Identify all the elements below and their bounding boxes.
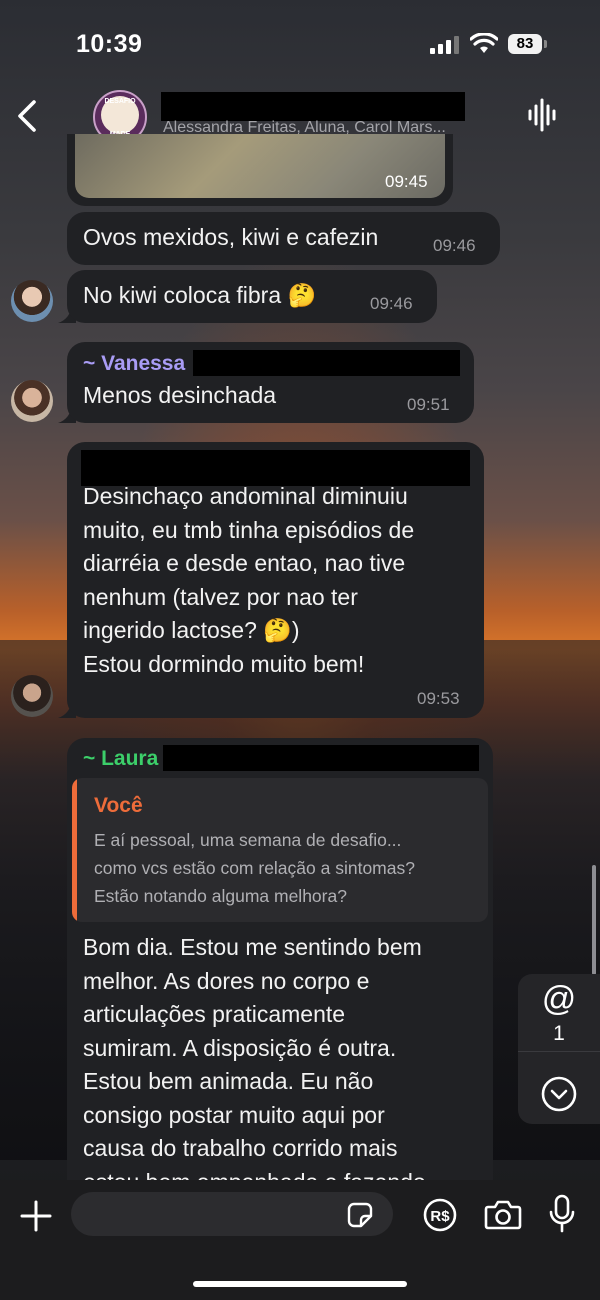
message-time: 09:46 [370,294,413,313]
message-text: No kiwi coloca fibra 🤔 [83,282,317,308]
quote-text: E aí pessoal, uma semana de desafio... c… [94,826,415,910]
sender-name[interactable]: ~ Vanessa [83,352,185,376]
message-line: Desinchaço andominal diminuiu [83,483,408,509]
wifi-icon [470,33,498,53]
svg-text:R$: R$ [430,1208,450,1225]
image-message[interactable]: 09:45 [67,134,453,206]
message-bubble[interactable]: Desinchaço andominal diminuiu muito, eu … [67,442,484,718]
message-line: sumiram. A disposição é outra. [83,1034,397,1061]
quote-line: E aí pessoal, uma semana de desafio... [94,830,402,850]
quoted-message[interactable]: Você E aí pessoal, uma semana de desafio… [72,778,488,922]
message-time: 09:51 [407,395,450,414]
message-text: Ovos mexidos, kiwi e cafezin [83,224,379,250]
clock: 10:39 [76,30,143,58]
home-indicator[interactable] [193,1281,407,1287]
message-time: 09:46 [433,236,476,255]
battery-cap [544,40,547,48]
status-bar: 10:39 83 [0,0,600,88]
quote-line: Estão notando alguma melhora? [94,886,347,906]
microphone-icon[interactable] [548,1194,576,1234]
message-line: articulações praticamente [83,1001,346,1027]
quote-author: Você [94,794,143,817]
camera-icon[interactable] [484,1198,522,1230]
message-line: melhor. As dores no corpo e [83,967,370,994]
mentions-panel: @ 1 [518,974,600,1124]
plus-icon[interactable] [20,1200,52,1232]
message-line: causa do trabalho corrido mais [83,1135,398,1161]
message-line: Estou dormindo muito bem! [83,650,365,677]
message-line: nenhum (talvez por nao ter [83,583,358,610]
quote-line: como vcs estão com relação a sintomas? [94,858,415,878]
back-icon[interactable] [12,96,42,136]
message-input[interactable] [71,1192,393,1236]
message-time: 09:53 [417,689,460,708]
message-line: ingerido lactose? 🤔) [83,617,300,643]
message-text: Bom dia. Estou me sentindo bem melhor. A… [83,931,426,1199]
sticker-icon[interactable] [346,1201,374,1229]
message-time: 09:45 [385,172,428,191]
avatar-vanessa[interactable] [11,380,53,422]
avatar[interactable] [11,675,53,717]
sender-phone-redacted [193,350,460,376]
group-avatar-top-label: DESAFIO [104,98,136,105]
cellular-signal-icon [430,36,459,54]
panel-divider [518,1051,600,1052]
composer-bar: R$ [0,1180,600,1300]
message-line: muito, eu tmb tinha episódios de [83,516,415,543]
mention-icon[interactable]: @ [518,980,600,1019]
message-text: Desinchaço andominal diminuiu muito, eu … [83,480,414,681]
scroll-down-icon[interactable] [540,1075,578,1113]
quote-accent-bar [72,778,77,922]
battery-indicator: 83 [508,34,542,54]
group-title-redacted[interactable] [161,92,465,121]
message-line: consigo postar muito aqui por [83,1101,385,1128]
sender-phone-redacted [163,745,479,771]
scrollbar[interactable] [592,865,596,975]
message-text: Menos desinchada [83,382,277,408]
message-line: diarréia e desde entao, nao tive [83,550,406,576]
pix-icon[interactable]: R$ [423,1198,457,1232]
mention-count: 1 [553,1022,565,1045]
message-line: Bom dia. Estou me sentindo bem [83,934,422,960]
waveform-icon[interactable] [527,98,557,132]
avatar[interactable] [11,280,53,322]
message-bubble[interactable]: No kiwi coloca fibra 🤔 09:46 [67,270,437,323]
message-bubble[interactable]: ~ Vanessa Menos desinchada 09:51 [67,342,474,423]
message-bubble[interactable]: Ovos mexidos, kiwi e cafezin 09:46 [67,212,500,265]
sender-name[interactable]: ~ Laura [83,747,158,771]
message-line: Estou bem animada. Eu não [83,1068,374,1094]
